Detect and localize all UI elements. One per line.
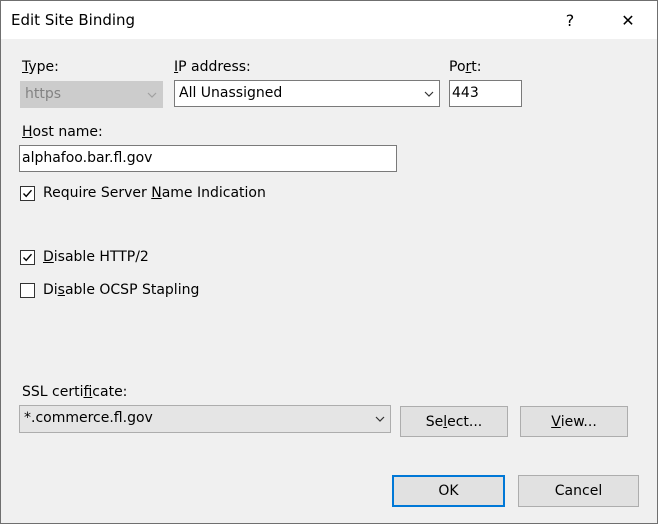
ip-address-value: All Unassigned bbox=[179, 85, 283, 101]
type-label: Type: bbox=[22, 59, 59, 75]
port-label-rest: t: bbox=[471, 59, 482, 75]
ssl-certificate-label-mnemonic: f bbox=[83, 384, 93, 400]
close-button[interactable]: ✕ bbox=[605, 1, 651, 39]
ssl-certificate-label-pre: SSL certi bbox=[22, 384, 84, 400]
port-label: Port: bbox=[449, 59, 482, 75]
chevron-down-icon bbox=[375, 416, 385, 422]
require-sni-checkbox[interactable]: Require Server Name Indication bbox=[20, 185, 266, 201]
select-certificate-button[interactable]: Se l ect... bbox=[400, 406, 508, 437]
host-name-label: Host name: bbox=[22, 124, 103, 140]
disable-http2-label-mnemonic: D bbox=[43, 249, 54, 265]
disable-ocsp-label-pre: Di bbox=[43, 282, 58, 298]
view-certificate-button[interactable]: View... bbox=[520, 406, 628, 437]
host-name-label-rest: ost name: bbox=[32, 124, 103, 140]
disable-ocsp-label: Disable OCSP Stapling bbox=[43, 282, 199, 298]
type-label-rest: ype: bbox=[28, 59, 59, 75]
ssl-certificate-select[interactable]: *.commerce.fl.gov bbox=[19, 405, 391, 433]
cancel-button-label: Cancel bbox=[554, 483, 603, 499]
title-bar[interactable]: Edit Site Binding ? ✕ bbox=[1, 1, 657, 39]
ok-button[interactable]: OK bbox=[392, 475, 505, 507]
disable-ocsp-box[interactable] bbox=[20, 282, 35, 298]
disable-http2-label-rest: isable HTTP/2 bbox=[53, 249, 149, 265]
type-select[interactable]: https bbox=[20, 81, 163, 108]
ssl-certificate-value: *.commerce.fl.gov bbox=[24, 410, 153, 426]
port-label-pre: Po bbox=[449, 59, 466, 75]
window-title: Edit Site Binding bbox=[11, 11, 136, 29]
host-name-value: alphafoo.bar.fl.gov bbox=[22, 150, 153, 166]
disable-ocsp-checkbox[interactable]: Disable OCSP Stapling bbox=[20, 282, 199, 298]
help-icon: ? bbox=[565, 10, 575, 30]
type-value: https bbox=[25, 86, 62, 102]
checkmark-icon bbox=[22, 189, 33, 197]
disable-http2-checkbox[interactable]: Disable HTTP/2 bbox=[20, 249, 149, 265]
select-button-pre: Se bbox=[425, 413, 444, 430]
select-button-rest: ect... bbox=[447, 413, 483, 430]
ssl-certificate-label-rest: icate: bbox=[92, 384, 128, 400]
require-sni-label-mnemonic: N bbox=[151, 185, 162, 201]
ip-address-label: IP address: bbox=[174, 59, 251, 75]
disable-http2-label: Disable HTTP/2 bbox=[43, 249, 149, 265]
disable-http2-box[interactable] bbox=[20, 249, 35, 265]
view-button-mnemonic: V bbox=[551, 413, 561, 430]
disable-ocsp-label-mnemonic: s bbox=[57, 282, 65, 298]
port-value: 443 bbox=[452, 85, 479, 101]
require-sni-label-rest: ame Indication bbox=[161, 185, 266, 201]
help-button[interactable]: ? bbox=[547, 1, 593, 39]
ssl-certificate-label: SSL certificate: bbox=[22, 384, 127, 400]
edit-site-binding-dialog: Edit Site Binding ? ✕ Type: https IP add… bbox=[0, 0, 658, 524]
host-name-label-mnemonic: H bbox=[22, 124, 33, 140]
view-button-rest: iew... bbox=[560, 413, 597, 430]
ip-address-label-rest: P address: bbox=[178, 59, 251, 75]
ok-button-label: OK bbox=[438, 483, 459, 499]
require-sni-box[interactable] bbox=[20, 185, 35, 201]
require-sni-label: Require Server Name Indication bbox=[43, 185, 266, 201]
ip-address-select[interactable]: All Unassigned bbox=[174, 80, 440, 107]
chevron-down-icon bbox=[424, 91, 434, 97]
cancel-button[interactable]: Cancel bbox=[518, 475, 639, 507]
close-icon: ✕ bbox=[621, 10, 635, 30]
port-field[interactable]: 443 bbox=[449, 80, 522, 107]
disable-ocsp-label-rest: able OCSP Stapling bbox=[64, 282, 200, 298]
checkmark-icon bbox=[22, 253, 33, 261]
host-name-field[interactable]: alphafoo.bar.fl.gov bbox=[19, 145, 397, 172]
require-sni-label-pre: Require Server bbox=[43, 185, 152, 201]
chevron-down-icon bbox=[147, 92, 157, 98]
